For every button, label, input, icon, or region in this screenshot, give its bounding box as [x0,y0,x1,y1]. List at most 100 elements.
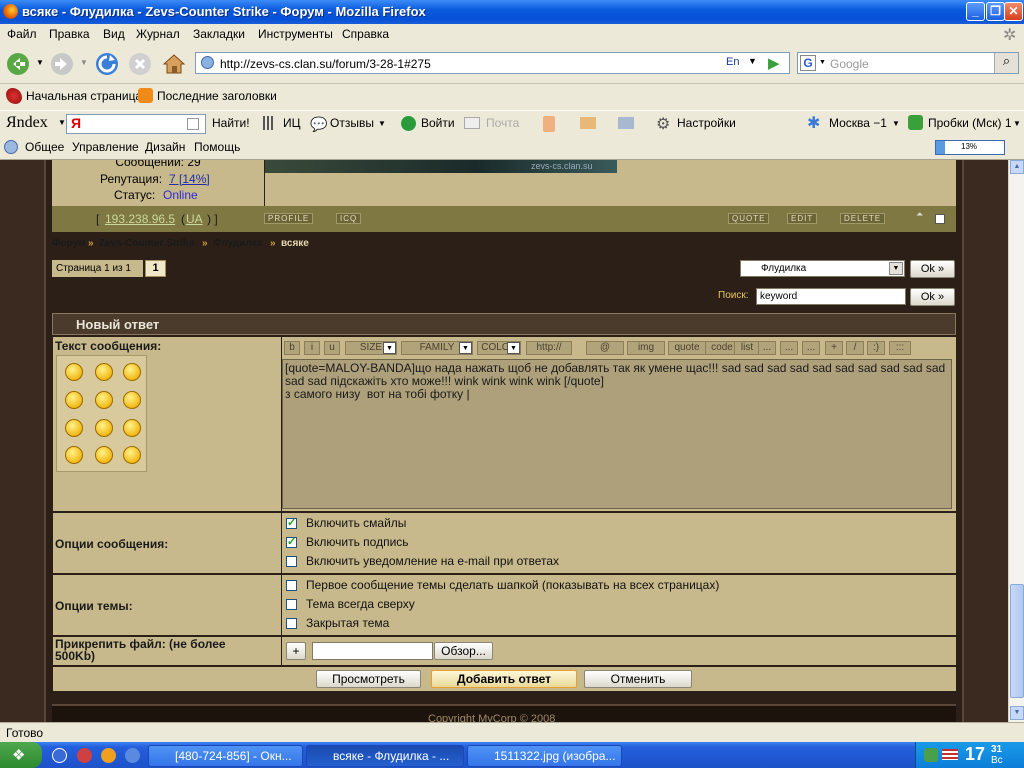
tab-general[interactable]: Общее [25,140,64,154]
editor-button-9[interactable]: quote [668,341,706,355]
smiley-wink-icon[interactable] [123,446,141,464]
cancel-button[interactable]: Отменить [584,670,692,688]
editor-button-17[interactable]: :) [867,341,885,355]
smiley-smile-icon[interactable] [95,419,113,437]
enable-signature-checkbox[interactable] [286,535,297,548]
weather-dropdown-icon[interactable]: ▼ [892,119,900,128]
top-icon[interactable]: ⏶ [916,209,923,220]
close-topic-checkbox[interactable] [286,618,297,629]
stop-icon[interactable] [128,52,152,76]
yandex-login[interactable]: Войти [421,116,455,130]
select-post-checkbox[interactable] [935,214,945,224]
taskbar-item-3[interactable]: 1511322.jpg (изобра... [467,745,622,767]
message-textarea[interactable]: [quote=MALOY-BANDA]що нада нажать щоб не… [282,359,952,509]
home-icon[interactable] [162,52,186,76]
breadcrumb-sub[interactable]: Флудилка [213,238,262,249]
breadcrumb-forum[interactable]: Форум [52,238,85,249]
page-current[interactable]: 1 [145,260,166,277]
quicklaunch-opera-icon[interactable] [77,748,92,763]
editor-button-6[interactable]: http:// [526,341,572,355]
quicklaunch-media-icon[interactable] [52,748,67,763]
add-attachment-button[interactable]: + [286,642,306,660]
tab-manage[interactable]: Управление [72,140,139,154]
back-dropdown-icon[interactable]: ▼ [36,58,44,67]
search-icon[interactable]: ⌕ [994,53,1018,73]
smiley-wacko-icon[interactable] [95,446,113,464]
language-flag-icon[interactable] [942,749,958,760]
yandex-find-button[interactable]: Найти! [212,116,250,130]
scroll-up-icon[interactable]: ▲ [1010,160,1024,174]
editor-dropdown-icon[interactable]: ▼ [383,342,396,354]
editor-button-11[interactable]: list [734,341,760,355]
yandex-reviews[interactable]: Отзывы [330,116,374,130]
editor-button-1[interactable]: i [304,341,320,355]
forum-jump-dropdown-icon[interactable]: ▼ [889,262,903,275]
forward-dropdown-icon[interactable]: ▼ [80,58,88,67]
reload-icon[interactable] [95,52,119,76]
author-ip[interactable]: 193.238.96.5 [105,212,175,226]
profile-button[interactable]: PROFILE [264,213,314,224]
url-bar[interactable]: http://zevs-cs.clan.su/forum/3-28-1#275 … [195,52,790,74]
breadcrumb-section[interactable]: Zevs-Counter Strike [99,238,194,249]
smiley-surprised-icon[interactable] [123,419,141,437]
editor-button-15[interactable]: + [825,341,843,355]
forum-search-input[interactable]: keyword [756,288,906,305]
traffic-dropdown-icon[interactable]: ▼ [1013,119,1021,128]
pin-first-post-checkbox[interactable] [286,580,297,591]
smiley-shock-icon[interactable] [65,419,83,437]
minimize-button[interactable]: _ [966,2,985,21]
scroll-thumb[interactable] [1010,584,1024,698]
google-icon[interactable]: G [800,55,816,71]
preview-button[interactable]: Просмотреть [316,670,421,688]
yandex-dropdown-icon[interactable]: ▼ [58,118,66,127]
editor-button-18[interactable]: ::: [889,341,911,355]
forum-jump-ok-button[interactable]: Ok » [910,260,955,278]
smiley-happy-icon[interactable] [123,391,141,409]
smiley-cool-icon[interactable] [123,363,141,381]
back-icon[interactable] [6,52,30,76]
yandex-settings[interactable]: Настройки [677,116,736,130]
quicklaunch-chrome-icon[interactable] [125,748,140,763]
menu-tools[interactable]: Инструменты [258,27,333,41]
taskbar-item-2[interactable]: всяке - Флудилка - ... [306,745,464,767]
reviews-dropdown-icon[interactable]: ▼ [378,119,386,128]
bookmark-headlines[interactable]: Последние заголовки [157,89,277,103]
file-path-input[interactable] [312,642,433,660]
vertical-scrollbar[interactable]: ▲ ▼ [1008,160,1024,722]
smiley-cry-icon[interactable] [65,391,83,409]
tab-design[interactable]: Дизайн [145,140,185,154]
yandex-keyboard-icon[interactable] [187,118,199,130]
yandex-traffic[interactable]: Пробки (Мск) 1 [928,116,1012,130]
go-icon[interactable]: ▶ [768,54,780,72]
delete-button[interactable]: DELETE [840,213,886,224]
browse-button[interactable]: Обзор... [434,642,493,660]
menu-file[interactable]: Файл [7,27,37,41]
maximize-button[interactable]: ❐ [986,2,1005,21]
editor-button-12[interactable]: ... [758,341,776,355]
url-dropdown-icon[interactable]: ▼ [748,56,757,66]
start-button[interactable]: ❖ [0,742,42,768]
editor-button-0[interactable]: b [284,341,300,355]
tool-icon-3[interactable] [618,117,634,129]
enable-smilies-checkbox[interactable] [286,516,297,529]
close-button[interactable]: ✕ [1004,2,1023,21]
taskbar-item-1[interactable]: [480-724-856] - Окн... [148,745,303,767]
submit-reply-button[interactable]: Добавить ответ [431,670,577,688]
editor-button-16[interactable]: / [846,341,864,355]
editor-button-8[interactable]: img [627,341,665,355]
scroll-down-icon[interactable]: ▼ [1010,706,1024,720]
menu-bookmarks[interactable]: Закладки [193,27,245,41]
yandex-logo[interactable]: Яndex [6,114,48,132]
search-box[interactable]: G ▼ Google ⌕ [797,52,1019,74]
bookmark-home[interactable]: Начальная страница [26,89,142,103]
menu-history[interactable]: Журнал [136,27,180,41]
menu-view[interactable]: Вид [103,27,125,41]
smiley-biggrin-icon[interactable] [95,363,113,381]
smiley-tongue-icon[interactable] [65,446,83,464]
yandex-weather[interactable]: Москва −1 [829,116,887,130]
editor-button-13[interactable]: ... [780,341,798,355]
smiley-angry-icon[interactable] [65,363,83,381]
quote-button[interactable]: QUOTE [728,213,770,224]
author-rep-value[interactable]: 7 [14%] [169,172,210,186]
menu-help[interactable]: Справка [342,27,389,41]
